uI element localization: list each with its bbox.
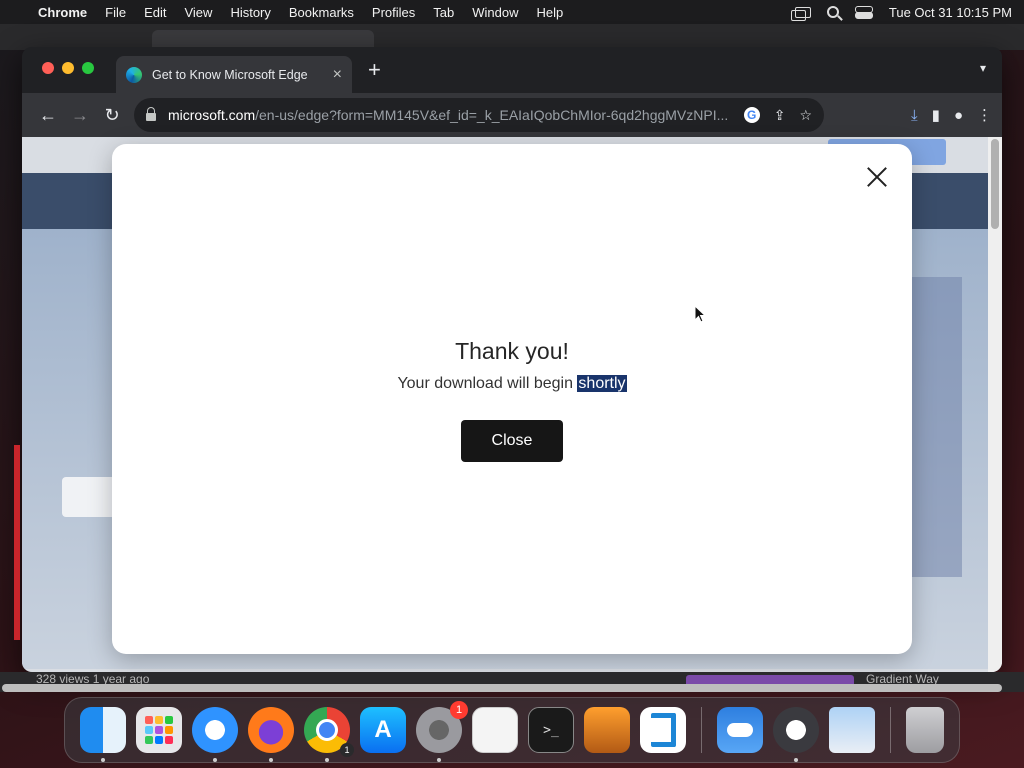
menu-bookmarks[interactable]: Bookmarks xyxy=(289,5,354,20)
share-icon[interactable]: ⇪ xyxy=(774,107,786,124)
tab-search-chevron-icon[interactable]: ▾ xyxy=(980,61,986,75)
address-bar[interactable]: microsoft.com /en-us/edge?form=MM145V&ef… xyxy=(134,98,824,132)
downloads-icon[interactable]: ⤓ xyxy=(911,107,918,124)
window-close-button[interactable] xyxy=(42,62,54,74)
screen-mirroring-icon[interactable] xyxy=(790,6,811,21)
more-menu-icon[interactable]: ⋮ xyxy=(977,106,992,124)
menu-view[interactable]: View xyxy=(184,5,212,20)
dock-textedit[interactable] xyxy=(472,707,518,753)
dock-weather[interactable] xyxy=(717,707,763,753)
lock-icon[interactable] xyxy=(146,107,156,121)
menu-file[interactable]: File xyxy=(105,5,126,20)
dock-finder[interactable] xyxy=(80,707,126,762)
menu-profiles[interactable]: Profiles xyxy=(372,5,415,20)
dock-safari[interactable] xyxy=(192,707,238,762)
dock-terminal[interactable]: >_ xyxy=(528,707,574,753)
forward-arrow-icon[interactable]: → xyxy=(64,99,96,131)
background-window-edge xyxy=(14,445,20,640)
back-arrow-icon[interactable]: ← xyxy=(32,99,64,131)
dock-preview[interactable] xyxy=(829,707,875,753)
dock-system-settings[interactable]: 1 xyxy=(416,701,468,762)
menu-app-name[interactable]: Chrome xyxy=(38,5,87,20)
download-thank-you-dialog: Thank you! Your download will begin shor… xyxy=(112,144,912,654)
dock-garageband[interactable] xyxy=(584,707,630,753)
control-center-icon[interactable] xyxy=(854,6,873,19)
window-minimize-button[interactable] xyxy=(62,62,74,74)
edge-favicon-icon xyxy=(126,66,142,83)
menubar-clock[interactable]: Tue Oct 31 10:15 PM xyxy=(889,5,1012,20)
side-panel-icon[interactable]: ▮ xyxy=(932,106,940,124)
running-indicator xyxy=(437,758,441,762)
menu-window[interactable]: Window xyxy=(472,5,518,20)
tab-close-icon[interactable]: × xyxy=(333,66,342,84)
dock-chrome[interactable]: 1 xyxy=(304,707,354,762)
dock-separator xyxy=(701,707,702,753)
running-indicator xyxy=(794,758,798,762)
dialog-heading: Thank you! xyxy=(455,338,569,364)
menu-help[interactable]: Help xyxy=(537,5,564,20)
spotlight-search-icon[interactable] xyxy=(826,6,839,18)
dialog-message-text: Your download will begin xyxy=(397,375,578,392)
bookmark-star-icon[interactable]: ☆ xyxy=(799,107,812,124)
dock-quicktime[interactable] xyxy=(773,707,819,762)
dock-separator xyxy=(890,707,891,753)
mouse-pointer-icon xyxy=(694,304,707,328)
page-scrollbar-thumb[interactable] xyxy=(991,139,999,229)
dialog-message: Your download will begin shortly xyxy=(112,375,912,393)
settings-notification-badge: 1 xyxy=(450,701,468,719)
dock-firefox[interactable] xyxy=(248,707,294,762)
new-tab-button[interactable]: + xyxy=(368,59,381,81)
tab-title: Get to Know Microsoft Edge xyxy=(152,67,308,82)
page-scrollbar[interactable] xyxy=(988,137,1002,672)
google-lens-icon[interactable]: G xyxy=(743,107,760,123)
reload-icon[interactable]: ↻ xyxy=(96,99,128,131)
dock-trash[interactable] xyxy=(906,707,944,753)
close-button[interactable]: Close xyxy=(461,420,563,462)
running-indicator xyxy=(213,758,217,762)
dock-launchpad[interactable] xyxy=(136,707,182,753)
url-path: /en-us/edge?form=MM145V&ef_id=_k_EAIaIQo… xyxy=(255,107,729,123)
running-indicator xyxy=(269,758,273,762)
menu-bar: Chrome File Edit View History Bookmarks … xyxy=(0,0,1024,24)
dialog-close-icon[interactable] xyxy=(862,162,892,192)
browser-toolbar: ← → ↻ microsoft.com /en-us/edge?form=MM1… xyxy=(22,93,1002,137)
menu-edit[interactable]: Edit xyxy=(144,5,166,20)
dialog-message-selected-text: shortly xyxy=(577,375,627,392)
profile-avatar-icon[interactable]: ● xyxy=(954,107,963,124)
window-zoom-button[interactable] xyxy=(82,62,94,74)
menu-tab[interactable]: Tab xyxy=(433,5,454,20)
title-bar: Get to Know Microsoft Edge × + ▾ xyxy=(22,47,1002,93)
url-host: microsoft.com xyxy=(168,107,256,123)
dock-vscode[interactable] xyxy=(640,707,686,753)
dock-app-store[interactable]: A xyxy=(360,707,406,753)
browser-tab[interactable]: Get to Know Microsoft Edge × xyxy=(116,56,352,93)
menu-history[interactable]: History xyxy=(230,5,270,20)
horizontal-scrollbar[interactable] xyxy=(2,684,1002,692)
chrome-download-badge: 1 xyxy=(340,743,354,757)
dock: 1 A 1 >_ xyxy=(64,697,960,763)
running-indicator xyxy=(101,758,105,762)
running-indicator xyxy=(325,758,329,762)
